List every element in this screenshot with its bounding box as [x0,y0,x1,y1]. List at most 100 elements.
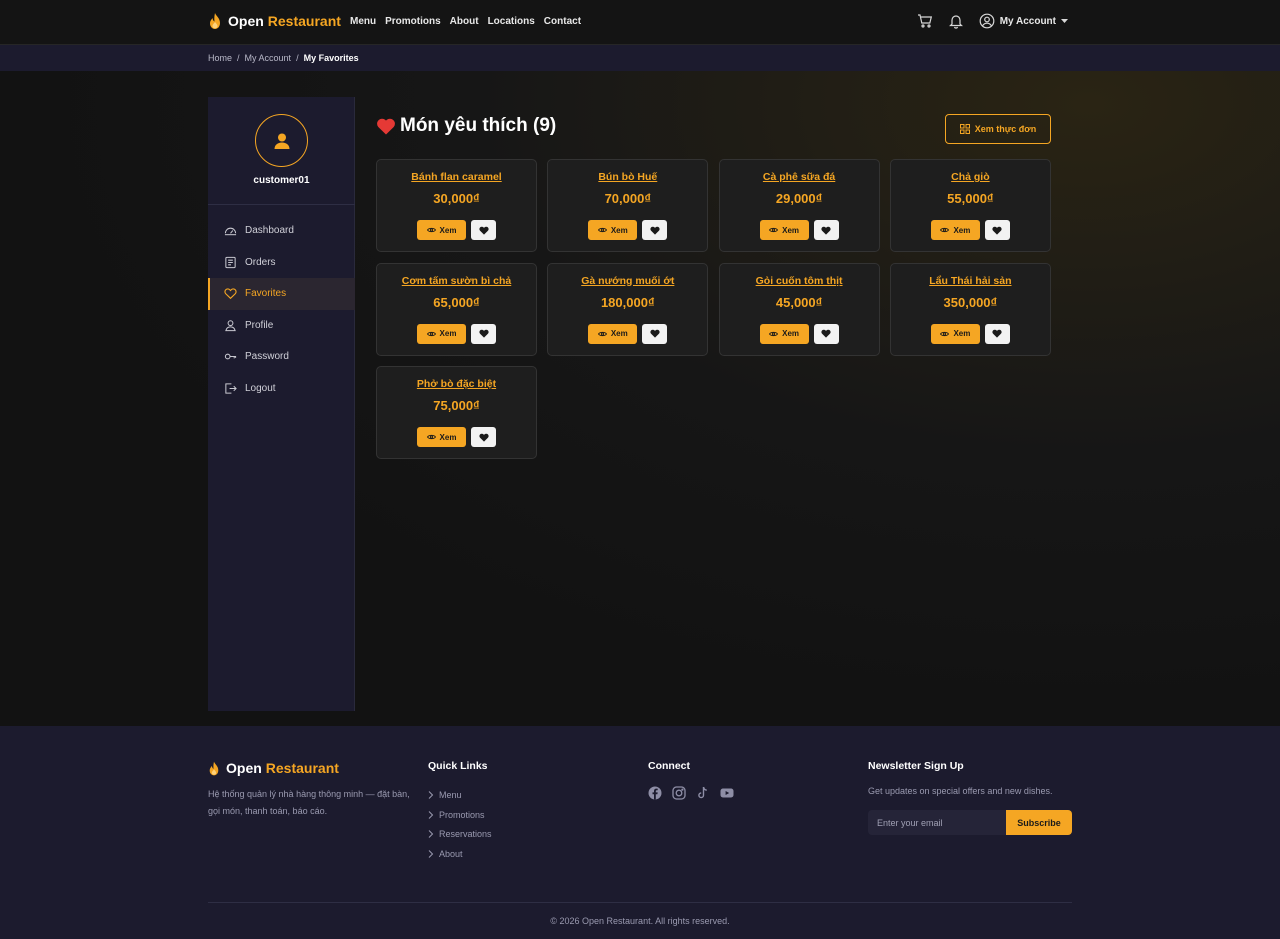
breadcrumb-account[interactable]: My Account [245,53,292,63]
breadcrumb-separator: / [296,53,299,63]
view-label: Xem [439,432,457,442]
heart-outline-icon [224,288,237,300]
quick-link-promotions[interactable]: Promotions [428,805,492,825]
logout-icon [225,383,237,394]
footer-brand[interactable]: Open Restaurant [208,760,339,776]
remove-favorite-button[interactable] [471,427,496,447]
view-dish-button[interactable]: Xem [930,323,980,344]
flame-icon [209,761,219,775]
dish-name-link[interactable]: Cơm tấm sườn bì chả [377,275,536,287]
view-label: Xem [953,225,971,235]
view-dish-button[interactable]: Xem [759,323,809,344]
brand-name-part1: Open [228,13,264,29]
favorite-card: Gà nướng muối ớt 180,000₫ Xem [547,262,709,356]
nav-link-contact[interactable]: Contact [544,16,581,27]
footer-brand-part1: Open [226,760,262,776]
remove-favorite-button[interactable] [471,323,496,344]
view-dish-button[interactable]: Xem [417,323,466,344]
sidebar-item-logout[interactable]: Logout [208,373,355,405]
footer: Open Restaurant Hệ thống quản lý nhà hàn… [0,726,1280,939]
view-dish-button[interactable]: Xem [930,220,980,240]
dish-name-link[interactable]: Gỏi cuốn tôm thịt [720,275,879,287]
view-dish-button[interactable]: Xem [588,323,638,344]
view-dish-button[interactable]: Xem [417,427,466,447]
remove-favorite-button[interactable] [642,220,668,240]
subscribe-button[interactable]: Subscribe [1006,810,1072,835]
username: customer01 [253,175,310,186]
breadcrumb-home[interactable]: Home [208,53,232,63]
view-dish-button[interactable]: Xem [759,220,809,240]
heart-filled-icon [992,226,1002,235]
dish-name-link[interactable]: Gà nướng muối ớt [548,275,707,287]
dish-name-link[interactable]: Lẩu Thái hải sản [891,275,1050,287]
dish-price: 180,000₫ [600,294,655,310]
sidebar-menu: Dashboard Orders Favorites Profile Passw… [208,215,355,404]
sidebar-item-profile[interactable]: Profile [208,310,355,342]
nav-link-about[interactable]: About [450,16,479,27]
quick-link-label: Reservations [439,829,492,840]
caret-down-icon [1061,18,1068,23]
sidebar-item-label: Orders [245,256,276,268]
chevron-right-icon [428,810,434,819]
newsletter-email-input[interactable] [868,810,1006,835]
heart-filled-icon [650,329,660,338]
dish-name-link[interactable]: Phở bò đặc biệt [377,378,536,390]
heart-filled-icon [650,226,660,235]
dish-price: 30,000₫ [433,191,480,206]
breadcrumb-bar: Home / My Account / My Favorites [0,45,1280,71]
nav-link-menu[interactable]: Menu [350,16,376,27]
remove-favorite-button[interactable] [984,220,1010,240]
account-sidebar: customer01 Dashboard Orders Favorites Pr… [208,97,355,711]
view-dish-button[interactable]: Xem [588,220,638,240]
brand-logo[interactable]: Open Restaurant [208,13,341,29]
quick-link-about[interactable]: About [428,844,492,864]
instagram-icon[interactable] [672,786,686,800]
view-menu-button[interactable]: Xem thực đơn [945,114,1051,144]
remove-favorite-button[interactable] [984,323,1010,344]
favorite-card: Chả giò 55,000₫ Xem [889,159,1051,252]
quick-link-menu[interactable]: Menu [428,785,492,805]
eye-icon [426,434,436,440]
remove-favorite-button[interactable] [813,220,839,240]
sidebar-item-password[interactable]: Password [208,341,355,373]
account-dropdown[interactable]: My Account [979,13,1068,29]
sidebar-item-label: Password [245,351,289,363]
remove-favorite-button[interactable] [813,323,839,344]
favorite-card: Bún bò Huế 70,000₫ Xem [547,159,709,252]
view-dish-button[interactable]: Xem [417,220,466,240]
sidebar-item-label: Dashboard [245,225,294,237]
youtube-icon[interactable] [720,786,734,800]
flame-icon [210,13,220,29]
nav-link-promotions[interactable]: Promotions [385,16,441,27]
cart-icon[interactable] [917,13,933,29]
heart-filled-icon [478,433,489,442]
dish-name-link[interactable]: Cà phê sữa đá [720,171,879,183]
nav-link-locations[interactable]: Locations [488,16,535,27]
dish-price: 350,000₫ [943,294,998,310]
dish-name-link[interactable]: Bún bò Huế [548,171,707,183]
main-nav: Menu Promotions About Locations Contact [350,16,581,27]
nav-actions: My Account [917,13,1068,29]
footer-description: Hệ thống quản lý nhà hàng thông minh — đ… [208,789,410,816]
dish-name-link[interactable]: Bánh flan caramel [377,171,536,183]
dish-price: 75,000₫ [433,398,480,413]
sidebar-item-dashboard[interactable]: Dashboard [208,215,355,247]
tiktok-icon[interactable] [696,786,710,800]
facebook-icon[interactable] [648,786,662,800]
bell-icon[interactable] [948,13,964,29]
newsletter-description: Get updates on special offers and new di… [868,786,1053,796]
social-links [648,786,734,800]
quick-link-reservations[interactable]: Reservations [428,824,492,844]
remove-favorite-button[interactable] [642,323,668,344]
user-circle-icon [979,13,995,29]
heart-icon [377,118,395,135]
dish-name-link[interactable]: Chả giò [891,171,1050,183]
sidebar-item-orders[interactable]: Orders [208,247,355,279]
remove-favorite-button[interactable] [471,220,496,240]
dish-price: 29,000₫ [775,191,823,206]
sidebar-item-favorites[interactable]: Favorites [208,278,355,310]
orders-icon [225,256,236,268]
eye-icon [940,331,950,336]
quick-link-label: About [439,848,463,859]
breadcrumb: Home / My Account / My Favorites [208,53,359,63]
